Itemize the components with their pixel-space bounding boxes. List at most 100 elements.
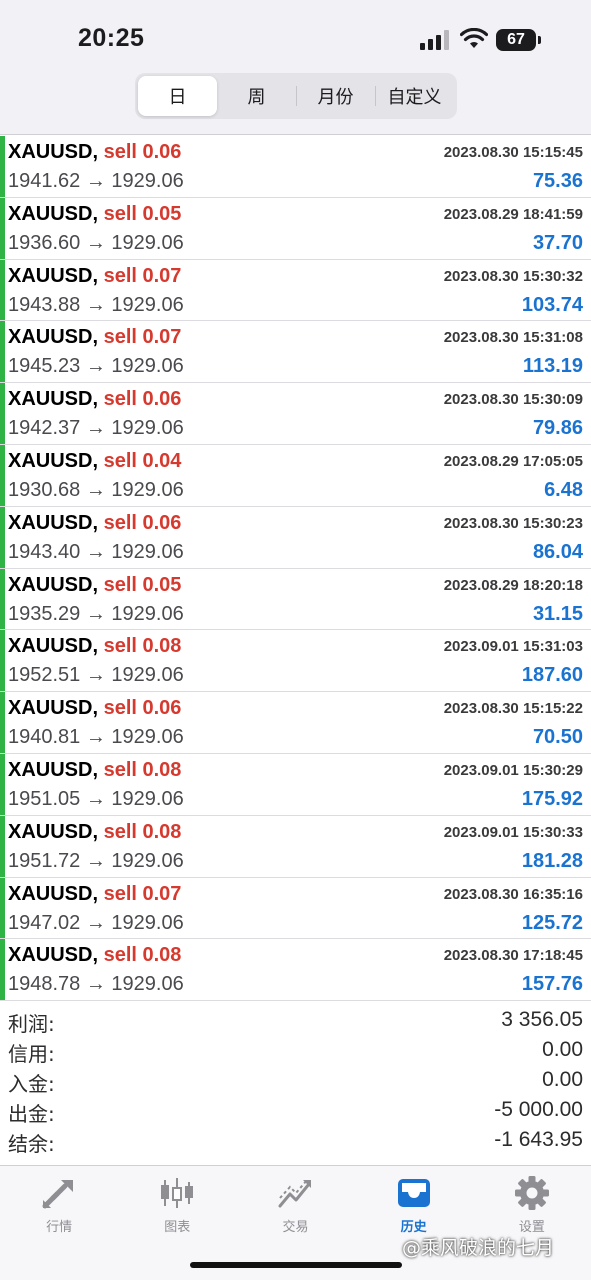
trade-datetime: 2023.08.29 18:20:18 — [443, 576, 583, 594]
trade-row[interactable]: XAUUSD, sell 0.06 2023.08.30 15:15:45 19… — [0, 136, 591, 198]
tab-label: 图表 — [164, 1220, 191, 1235]
trade-symbol: XAUUSD, sell 0.07 — [8, 264, 182, 287]
trade-side: sell 0.07 — [103, 882, 182, 905]
summary-value: 3 356.05 — [501, 1008, 583, 1031]
summary-label: 入金: — [8, 1072, 55, 1096]
trade-row[interactable]: XAUUSD, sell 0.06 2023.08.30 15:30:09 19… — [0, 383, 591, 445]
account-summary: 利润: 3 356.05 信用: 0.00 入金: 0.00 出金: -5 00… — [0, 1006, 591, 1156]
trade-side: sell 0.05 — [103, 573, 182, 596]
trade-side: sell 0.06 — [103, 141, 182, 163]
wifi-icon — [460, 28, 488, 48]
trade-history-list: XAUUSD, sell 0.06 2023.08.30 15:15:45 19… — [0, 136, 591, 1002]
tab-quotes[interactable]: 行情 — [0, 1166, 118, 1280]
trade-datetime: 2023.08.30 15:30:23 — [443, 514, 583, 532]
tab-label: 行情 — [46, 1220, 73, 1235]
trade-profit: 125.72 — [521, 911, 583, 934]
trade-datetime: 2023.08.30 15:30:09 — [443, 391, 583, 409]
trade-side: sell 0.06 — [103, 388, 182, 411]
trade-prices: 1951.05 → 1929.06 — [8, 787, 184, 810]
trade-prices: 1943.40 → 1929.06 — [8, 540, 184, 563]
trade-row[interactable]: XAUUSD, sell 0.07 2023.08.30 15:31:08 19… — [0, 321, 591, 384]
trade-side: sell 0.05 — [103, 202, 182, 225]
trade-symbol: XAUUSD, sell 0.06 — [8, 388, 182, 411]
trade-profit: 175.92 — [521, 787, 583, 810]
trade-datetime: 2023.08.30 15:15:45 — [443, 144, 583, 161]
trade-row[interactable]: XAUUSD, sell 0.08 2023.09.01 15:30:33 19… — [0, 815, 591, 878]
trade-prices: 1940.81 → 1929.06 — [8, 726, 184, 749]
trade-symbol: XAUUSD, sell 0.06 — [8, 697, 182, 720]
tab-settings[interactable]: 设置 — [473, 1166, 591, 1280]
trade-datetime: 2023.08.30 17:18:45 — [443, 947, 583, 965]
trade-profit: 86.04 — [532, 540, 583, 563]
period-segmented-control: 日 周 月份 自定义 — [135, 73, 457, 119]
summary-label: 结余: — [8, 1132, 55, 1156]
trade-prices: 1952.51 → 1929.06 — [8, 664, 184, 687]
tab-week[interactable]: 周 — [217, 76, 296, 116]
cellular-signal-icon — [420, 30, 449, 50]
trade-profit: 103.74 — [521, 293, 583, 316]
status-bar: 20:25 67 — [0, 0, 591, 70]
trade-side: sell 0.06 — [103, 511, 182, 534]
trade-prices: 1945.23 → 1929.06 — [8, 355, 184, 378]
trade-row[interactable]: XAUUSD, sell 0.04 2023.08.29 17:05:05 19… — [0, 444, 591, 507]
trade-side: sell 0.04 — [103, 449, 182, 472]
trade-chart-icon — [278, 1179, 312, 1208]
trade-row[interactable]: XAUUSD, sell 0.06 2023.08.30 15:15:22 19… — [0, 692, 591, 754]
trade-prices: 1935.29 → 1929.06 — [8, 602, 184, 625]
trade-prices: 1930.68 → 1929.06 — [8, 478, 184, 501]
tab-day[interactable]: 日 — [138, 76, 217, 116]
trade-side: sell 0.08 — [103, 635, 182, 658]
trade-datetime: 2023.08.29 18:41:59 — [443, 205, 583, 223]
candlestick-chart-icon — [161, 1178, 194, 1208]
summary-label: 利润: — [8, 1012, 55, 1036]
trade-symbol: XAUUSD, sell 0.05 — [8, 573, 182, 596]
summary-label: 出金: — [8, 1102, 55, 1126]
trade-row[interactable]: XAUUSD, sell 0.08 2023.08.30 17:18:45 19… — [0, 939, 591, 1002]
trade-datetime: 2023.09.01 15:31:03 — [443, 638, 583, 656]
trade-datetime: 2023.08.30 15:31:08 — [443, 329, 583, 347]
trade-prices: 1943.88 → 1929.06 — [8, 293, 184, 316]
trade-prices: 1951.72 → 1929.06 — [8, 849, 184, 872]
trade-profit: 181.28 — [521, 849, 583, 872]
trade-symbol: XAUUSD, sell 0.08 — [8, 635, 182, 658]
trade-side: sell 0.06 — [103, 697, 182, 720]
trade-profit: 187.60 — [521, 664, 583, 687]
summary-value: -5 000.00 — [494, 1098, 583, 1121]
trade-row[interactable]: XAUUSD, sell 0.05 2023.08.29 18:20:18 19… — [0, 568, 591, 631]
trade-row[interactable]: XAUUSD, sell 0.06 2023.08.30 15:30:23 19… — [0, 506, 591, 569]
trade-symbol: XAUUSD, sell 0.06 — [8, 141, 182, 163]
trade-row[interactable]: XAUUSD, sell 0.08 2023.09.01 15:31:03 19… — [0, 630, 591, 693]
summary-balance-row: 结余: -1 643.95 — [0, 1126, 591, 1156]
trade-symbol: XAUUSD, sell 0.07 — [8, 326, 182, 349]
summary-label: 信用: — [8, 1042, 55, 1066]
trade-prices: 1948.78 → 1929.06 — [8, 973, 184, 996]
trade-row[interactable]: XAUUSD, sell 0.07 2023.08.30 16:35:16 19… — [0, 877, 591, 940]
battery-tip — [538, 36, 541, 44]
trade-side: sell 0.07 — [103, 326, 182, 349]
trade-datetime: 2023.08.30 15:30:32 — [443, 267, 583, 285]
trade-prices: 1941.62 → 1929.06 — [8, 170, 184, 192]
history-tray-icon — [397, 1179, 430, 1207]
quotes-arrows-icon — [42, 1180, 73, 1209]
trade-profit: 70.50 — [532, 726, 583, 749]
trade-datetime: 2023.09.01 15:30:33 — [443, 823, 583, 841]
trade-side: sell 0.07 — [103, 264, 182, 287]
trade-row[interactable]: XAUUSD, sell 0.05 2023.08.29 18:41:59 19… — [0, 197, 591, 260]
trade-profit: 31.15 — [532, 602, 583, 625]
trade-datetime: 2023.09.01 15:30:29 — [443, 761, 583, 779]
trade-symbol: XAUUSD, sell 0.08 — [8, 820, 182, 843]
summary-deposit-row: 入金: 0.00 — [0, 1066, 591, 1096]
trade-symbol: XAUUSD, sell 0.08 — [8, 758, 182, 781]
tab-custom[interactable]: 自定义 — [375, 76, 454, 116]
trade-row[interactable]: XAUUSD, sell 0.07 2023.08.30 15:30:32 19… — [0, 259, 591, 322]
summary-withdrawal-row: 出金: -5 000.00 — [0, 1096, 591, 1126]
trade-side: sell 0.08 — [103, 758, 182, 781]
tab-month[interactable]: 月份 — [296, 76, 375, 116]
trade-profit: 6.48 — [544, 478, 583, 501]
trade-row[interactable]: XAUUSD, sell 0.08 2023.09.01 15:30:29 19… — [0, 753, 591, 816]
summary-value: -1 643.95 — [494, 1128, 583, 1151]
trade-side: sell 0.08 — [103, 944, 182, 967]
trade-profit: 113.19 — [522, 355, 583, 378]
gear-icon — [514, 1176, 549, 1210]
home-indicator[interactable] — [190, 1262, 402, 1268]
